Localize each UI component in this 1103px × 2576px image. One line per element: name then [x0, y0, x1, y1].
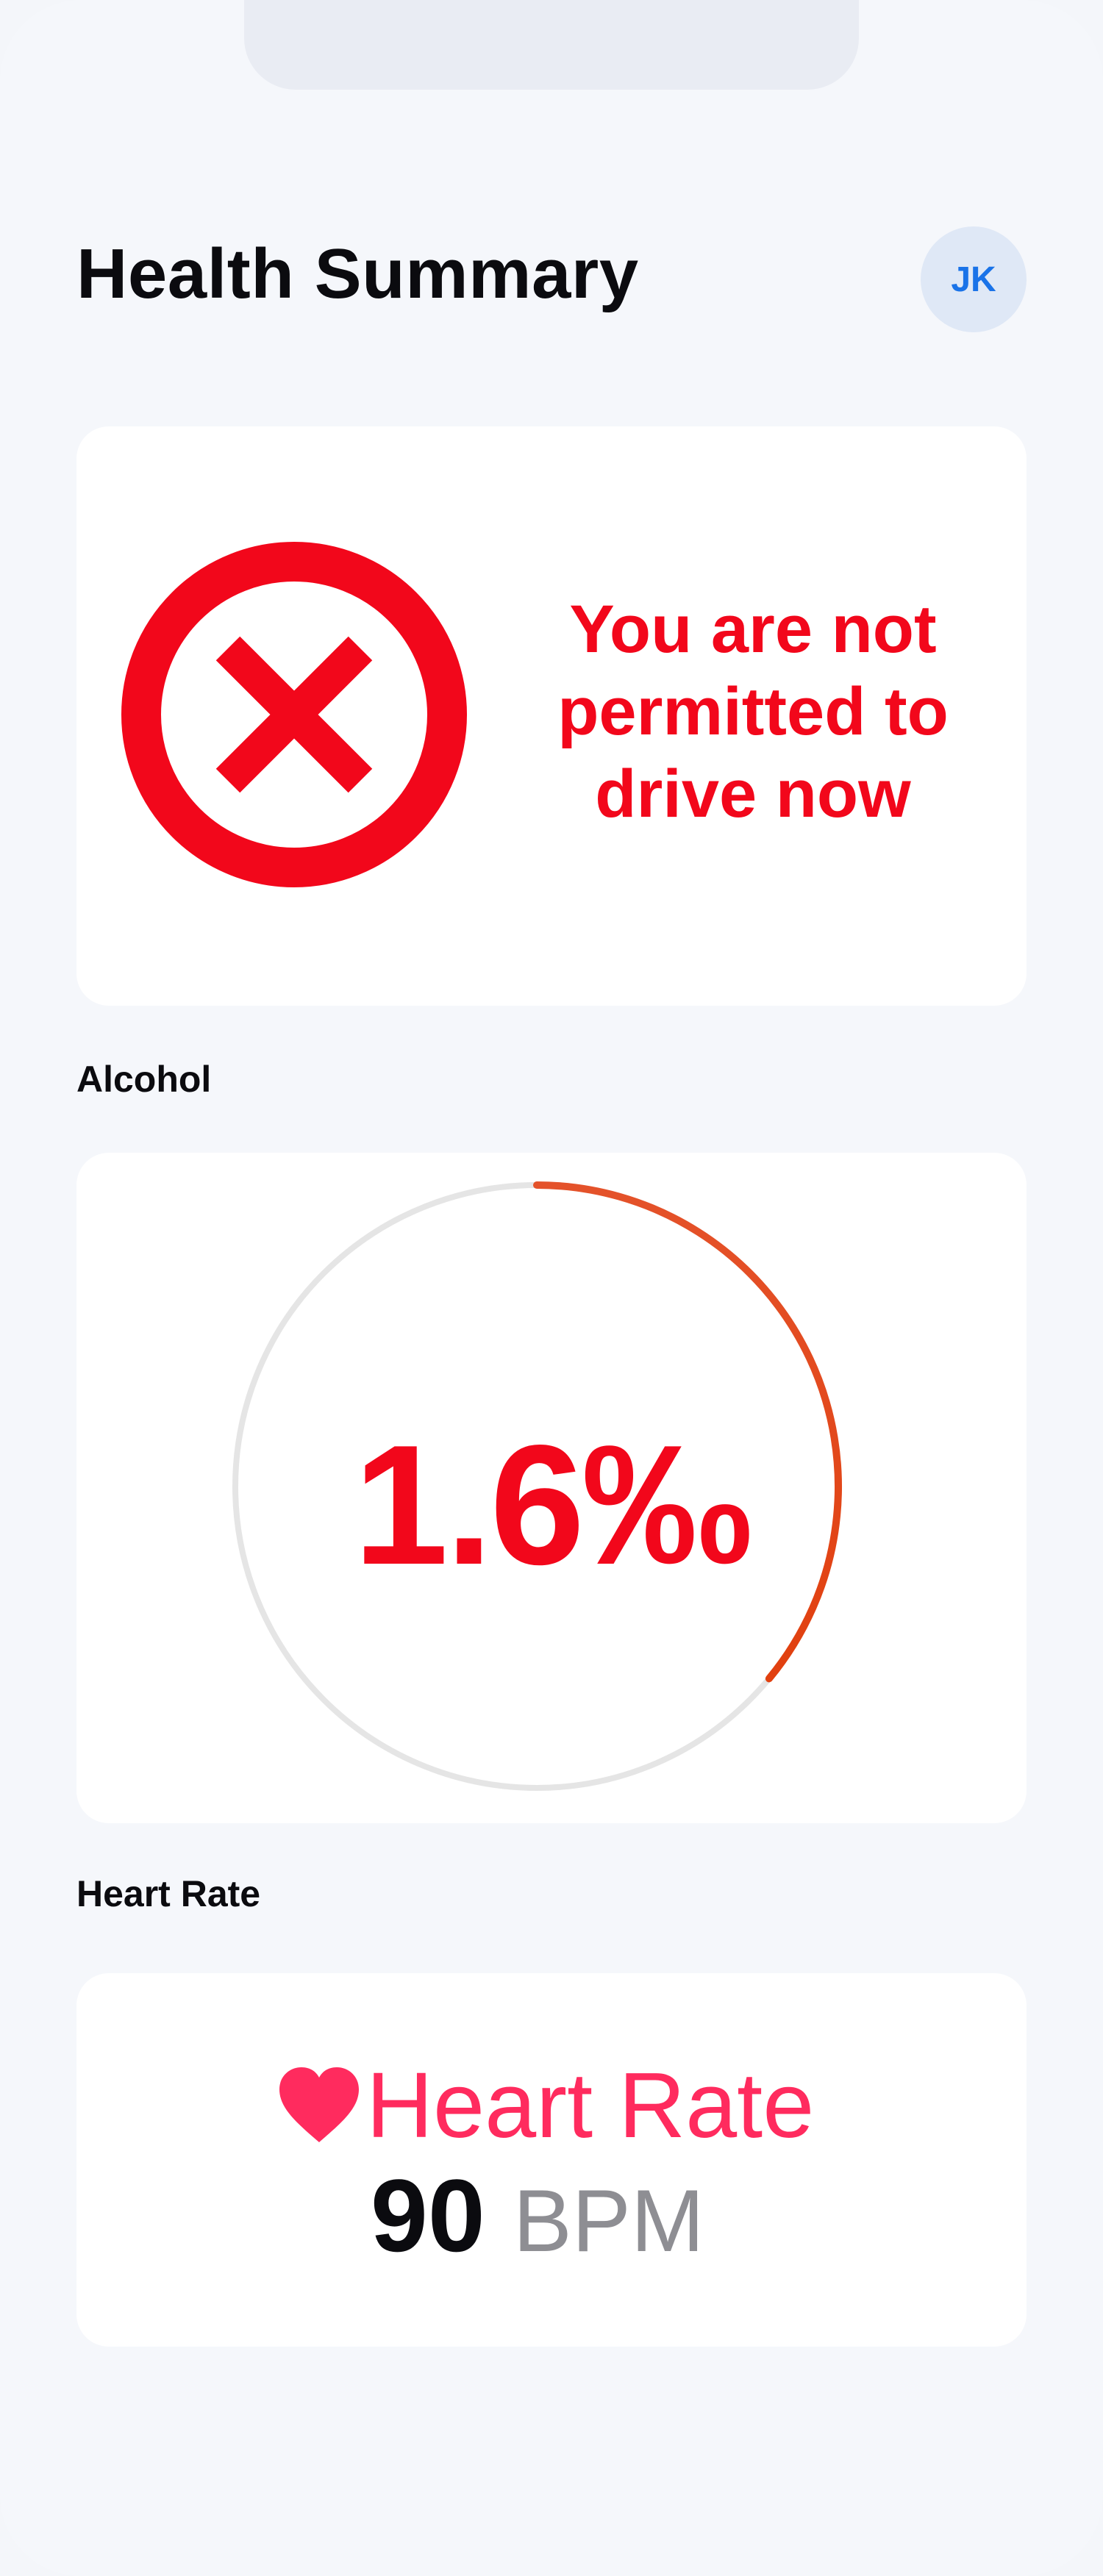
- heart-rate-unit: BPM: [513, 2172, 704, 2270]
- alcohol-section-label: Alcohol: [76, 1059, 212, 1100]
- heart-rate-header: Heart Rate: [276, 2054, 814, 2157]
- heart-icon: [279, 2067, 359, 2142]
- alcohol-value: 1.6‰: [353, 1410, 753, 1600]
- device-notch: [244, 0, 859, 90]
- status-line: You are not: [569, 592, 937, 667]
- driving-status-card: You are not permitted to drive now: [76, 426, 1027, 1006]
- page-title: Health Summary: [76, 235, 639, 313]
- alcohol-card: 1.6‰: [76, 1153, 1027, 1823]
- status-line: permitted to: [557, 674, 949, 749]
- avatar[interactable]: JK: [921, 226, 1027, 332]
- heart-rate-reading: 90 BPM: [371, 2157, 704, 2280]
- phone-screen: Health Summary JK You are not permitted …: [0, 0, 1103, 2576]
- heart-rate-value: 90: [371, 2158, 485, 2273]
- driving-status-message: You are not permitted to drive now: [518, 588, 988, 835]
- heart-rate-title: Heart Rate: [366, 2053, 815, 2157]
- x-circle-icon: [121, 542, 467, 887]
- avatar-initials: JK: [951, 260, 996, 299]
- status-line: drive now: [595, 756, 911, 831]
- heart-rate-card: Heart Rate 90 BPM: [76, 1973, 1027, 2347]
- heart-rate-section-label: Heart Rate: [76, 1873, 261, 1914]
